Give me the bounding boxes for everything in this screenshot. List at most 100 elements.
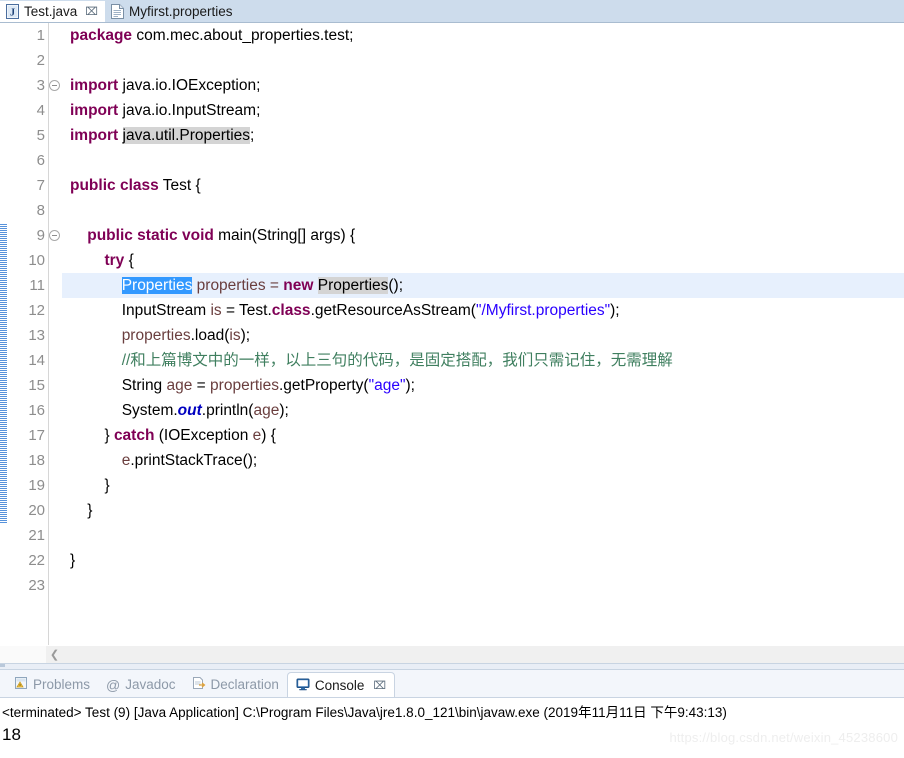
token-keyword: public static void [87, 227, 214, 244]
token-static-field: out [177, 402, 202, 419]
token-text: String [121, 377, 167, 394]
line-number: 22 [28, 552, 45, 569]
editor-tab-bar: J Test.java ⌧ Myfirst.properties [0, 0, 904, 23]
token-text: = Test. [221, 302, 272, 319]
line-number: 11 [29, 277, 45, 294]
code-line-11: Properties properties = new Properties()… [62, 273, 904, 298]
code-line-13: properties.load(is); [62, 323, 904, 348]
console-icon [296, 677, 310, 694]
close-icon[interactable]: ⌧ [373, 679, 386, 692]
editor-tab-test-java[interactable]: J Test.java ⌧ [0, 1, 105, 22]
scrollbar-left-pad [0, 646, 46, 663]
tab-javadoc[interactable]: @ Javadoc [98, 672, 184, 697]
token-text: ) { [261, 427, 276, 444]
line-number: 8 [36, 202, 45, 219]
editor-tab-myfirst-properties[interactable]: Myfirst.properties [104, 1, 240, 22]
token-local-variable: properties [121, 327, 191, 344]
token-local-variable: age [166, 377, 193, 394]
line-number: 9 [7, 223, 60, 248]
fold-collapse-icon[interactable] [49, 230, 60, 241]
code-line-16: System.out.println(age); [62, 398, 904, 423]
token-text: InputStream [121, 302, 211, 319]
token-text: java.io.IOException; [118, 77, 261, 94]
line-number: 19 [28, 477, 45, 494]
code-line-20: } [62, 498, 904, 523]
token-text: System. [121, 402, 178, 419]
javadoc-icon: @ [106, 676, 121, 693]
token-occurrence-highlight: Properties [317, 277, 389, 294]
token-keyword: import [70, 102, 119, 119]
code-line-15: String age = properties.getProperty("age… [62, 373, 904, 398]
line-number: 23 [28, 577, 45, 594]
token-string: "age" [368, 377, 406, 394]
code-text-area[interactable]: package com.mec.about_properties.test; i… [62, 23, 904, 645]
token-occurrence-highlight: java.util.Properties [122, 127, 251, 144]
line-number: 13 [28, 327, 45, 344]
code-line-10: try { [62, 248, 904, 273]
line-number: 20 [28, 502, 45, 519]
token-keyword: class [271, 302, 311, 319]
line-number: 1 [36, 27, 45, 44]
token-text: (IOException [154, 427, 253, 444]
token-text: ); [279, 402, 289, 419]
token-text: } [104, 477, 110, 494]
token-text: } [87, 502, 93, 519]
token-text: } [104, 427, 114, 444]
token-text: .getProperty( [278, 377, 369, 394]
tab-declaration[interactable]: Declaration [184, 672, 287, 697]
scrollbar-track[interactable] [63, 646, 904, 663]
token-local-variable: properties [210, 377, 279, 394]
token-local-variable: age [253, 402, 280, 419]
code-line-7: public class Test { [62, 173, 904, 198]
token-string: "/Myfirst.properties" [475, 302, 611, 319]
token-selection: Properties [121, 277, 193, 294]
tab-console[interactable]: Console ⌧ [286, 672, 396, 697]
scroll-left-arrow-icon[interactable]: ❮ [46, 646, 63, 663]
close-icon[interactable]: ⌧ [85, 5, 98, 18]
code-line-17: } catch (IOException e) { [62, 423, 904, 448]
declaration-icon [192, 676, 206, 693]
token-keyword: new [283, 277, 314, 294]
line-number: 3 [7, 73, 60, 98]
folding-column [49, 23, 62, 645]
token-text: } [70, 552, 76, 569]
token-comment: //和上篇博文中的一样，以上三句的代码，是固定搭配，我们只需记住，无需理解 [121, 352, 673, 369]
change-bar-segment [0, 223, 7, 523]
line-number: 17 [28, 427, 45, 444]
code-editor[interactable]: 1 2 3 4 5 6 7 8 9 10 11 12 13 14 15 16 1… [0, 23, 904, 645]
tab-problems[interactable]: Problems [6, 672, 98, 697]
line-number: 5 [36, 127, 45, 144]
token-text: ); [405, 377, 415, 394]
token-local-variable: properties [196, 277, 266, 294]
console-output-panel[interactable]: <terminated> Test (9) [Java Application]… [0, 697, 904, 751]
token-text: = [265, 277, 284, 294]
tab-label: Problems [33, 677, 91, 692]
svg-text:J: J [10, 8, 15, 19]
code-line-22: } [62, 548, 904, 573]
token-text: main(String[] args) { [213, 227, 356, 244]
token-text: .println( [201, 402, 254, 419]
line-number: 14 [28, 352, 45, 369]
editor-tab-label: Myfirst.properties [128, 4, 233, 19]
tab-bar-filler [239, 1, 904, 22]
line-number: 12 [28, 302, 45, 319]
token-local-variable: is [229, 327, 241, 344]
editor-horizontal-scrollbar[interactable]: ❮ [0, 645, 904, 663]
code-line-1: package com.mec.about_properties.test; [62, 23, 904, 48]
token-text: .printStackTrace(); [130, 452, 258, 469]
problems-icon [14, 676, 28, 693]
code-line-9: public static void main(String[] args) { [62, 223, 904, 248]
fold-collapse-icon[interactable] [49, 80, 60, 91]
editor-tab-label: Test.java [24, 4, 78, 19]
token-text: .getResourceAsStream( [310, 302, 476, 319]
console-launch-header: <terminated> Test (9) [Java Application]… [2, 705, 727, 720]
bottom-view-stack: Problems @ Javadoc Declaration Console ⌧… [0, 670, 904, 751]
view-sash-divider[interactable] [0, 663, 904, 670]
